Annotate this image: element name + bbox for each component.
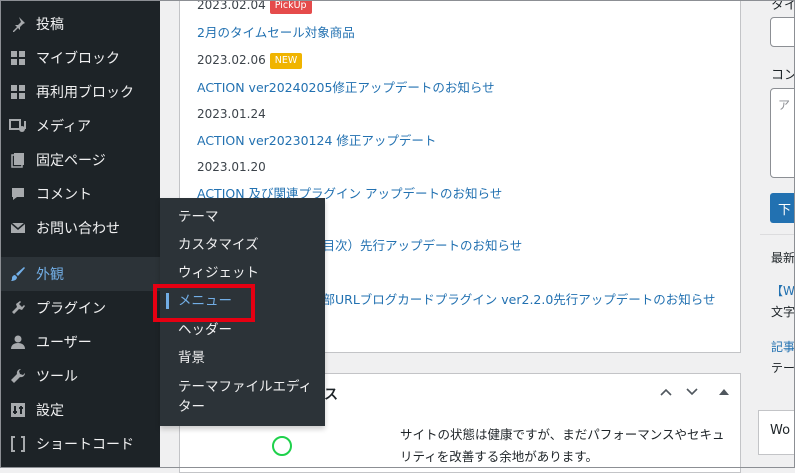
news-link[interactable]: ACTION ver20230124 修正アップデート [197,130,436,149]
comment-icon [8,184,28,204]
divider [760,234,795,235]
submenu-item-widgets[interactable]: ウィジェット [178,263,259,283]
news-date: 2023.01.24 [197,107,266,121]
sidebar-item-my-blocks[interactable]: マイブロック [0,41,160,75]
brush-icon [8,264,28,284]
sidebar-item-settings[interactable]: 設定 [0,393,160,427]
health-status-text: サイトの状態は健康ですが、まだパフォーマンスやセキュリティを改善する余地がありま… [400,427,725,464]
sidebar-item-plugins[interactable]: プラグイン [0,291,160,325]
submenu-item-theme-file-editor[interactable]: テーマファイルエディター [178,377,318,417]
content-label: コン [771,68,795,83]
blocks-grid-icon [8,82,28,102]
pushpin-icon [8,14,28,34]
sidebar-item-reusable-blocks[interactable]: 再利用ブロック [0,75,160,109]
sidebar-item-users[interactable]: ユーザー [0,325,160,359]
sidebar-item-media[interactable]: メディア [0,109,160,143]
wrench-icon [8,366,28,386]
sidebar-item-shortcode[interactable]: ショートコード [0,427,160,461]
new-badge: NEW [269,53,303,69]
news-link[interactable]: 外部URLブログカードプラグイン ver2.2.0先行アップデートのお知らせ [310,289,716,308]
panel-title: Wo [770,423,791,438]
sidebar-item-label: コメント [36,187,92,203]
user-icon [8,332,28,352]
recent-drafts-heading: 最新 [771,251,795,265]
sidebar-item-label: メディア [36,119,92,135]
admin-sidebar: 投稿 マイブロック 再利用ブロック メディア 固定ページ コメント お問い合わせ… [0,0,160,468]
mail-icon [8,218,28,238]
sidebar-item-label: ツール [36,369,78,385]
sidebar-item-comments[interactable]: コメント [0,177,160,211]
news-link[interactable]: ACTION ver20240205修正アップデートのお知らせ [197,77,495,96]
draft-excerpt: テー [771,361,795,375]
sidebar-item-posts[interactable]: 投稿 [0,7,160,41]
shortcode-icon [8,434,28,454]
news-link[interactable]: い目次）先行アップデートのお知らせ [310,235,522,254]
pages-icon [8,150,28,170]
submenu-item-header[interactable]: ヘッダー [178,320,232,340]
toggle-panel-button[interactable] [714,382,734,402]
settings-icon [8,400,28,420]
news-date: 2023.02.04 PickUp [197,0,312,14]
submenu-item-themes[interactable]: テーマ [178,207,219,227]
sidebar-item-label: 設定 [36,403,64,419]
wordpress-events-panel: Wo [758,410,795,455]
move-down-button[interactable] [682,382,702,402]
news-date: 2023.02.06 NEW [197,53,303,69]
sidebar-item-label: ユーザー [36,335,92,351]
pickup-badge: PickUp [269,0,312,14]
sidebar-item-label: プラグイン [36,301,106,317]
sidebar-item-label: 固定ページ [36,153,106,169]
sidebar-item-label: マイブロック [36,51,120,67]
draft-link[interactable]: 記事 [771,338,795,355]
submenu-item-background[interactable]: 背景 [178,348,205,368]
news-link[interactable]: 2月のタイムセール対象商品 [197,22,355,41]
draft-link[interactable]: 【W [771,282,795,299]
blocks-grid-icon [8,48,28,68]
news-date: 2023.01.20 [197,160,266,174]
sidebar-item-label: 投稿 [36,17,64,33]
plugin-icon [8,298,28,318]
highlight-box [153,284,255,322]
move-up-button[interactable] [656,382,676,402]
content-placeholder: ア [778,98,791,112]
title-input[interactable] [770,17,795,47]
sidebar-item-appearance[interactable]: 外観 [0,257,160,291]
sidebar-item-contact[interactable]: お問い合わせ [0,211,160,245]
sidebar-item-label: 外観 [36,267,64,283]
sidebar-item-label: お問い合わせ [36,221,120,237]
sidebar-item-label: ショートコード [36,437,134,453]
sidebar-item-pages[interactable]: 固定ページ [0,143,160,177]
draft-excerpt: 文字 [771,305,795,319]
sidebar-item-label: 再利用ブロック [36,85,134,101]
save-draft-button[interactable]: 下 [770,193,795,223]
health-status-indicator [272,436,292,456]
submenu-item-customize[interactable]: カスタマイズ [178,235,259,255]
sidebar-item-tools[interactable]: ツール [0,359,160,393]
title-label: タイ [771,0,795,13]
media-icon [8,116,28,136]
submenu-pointer [152,266,160,282]
